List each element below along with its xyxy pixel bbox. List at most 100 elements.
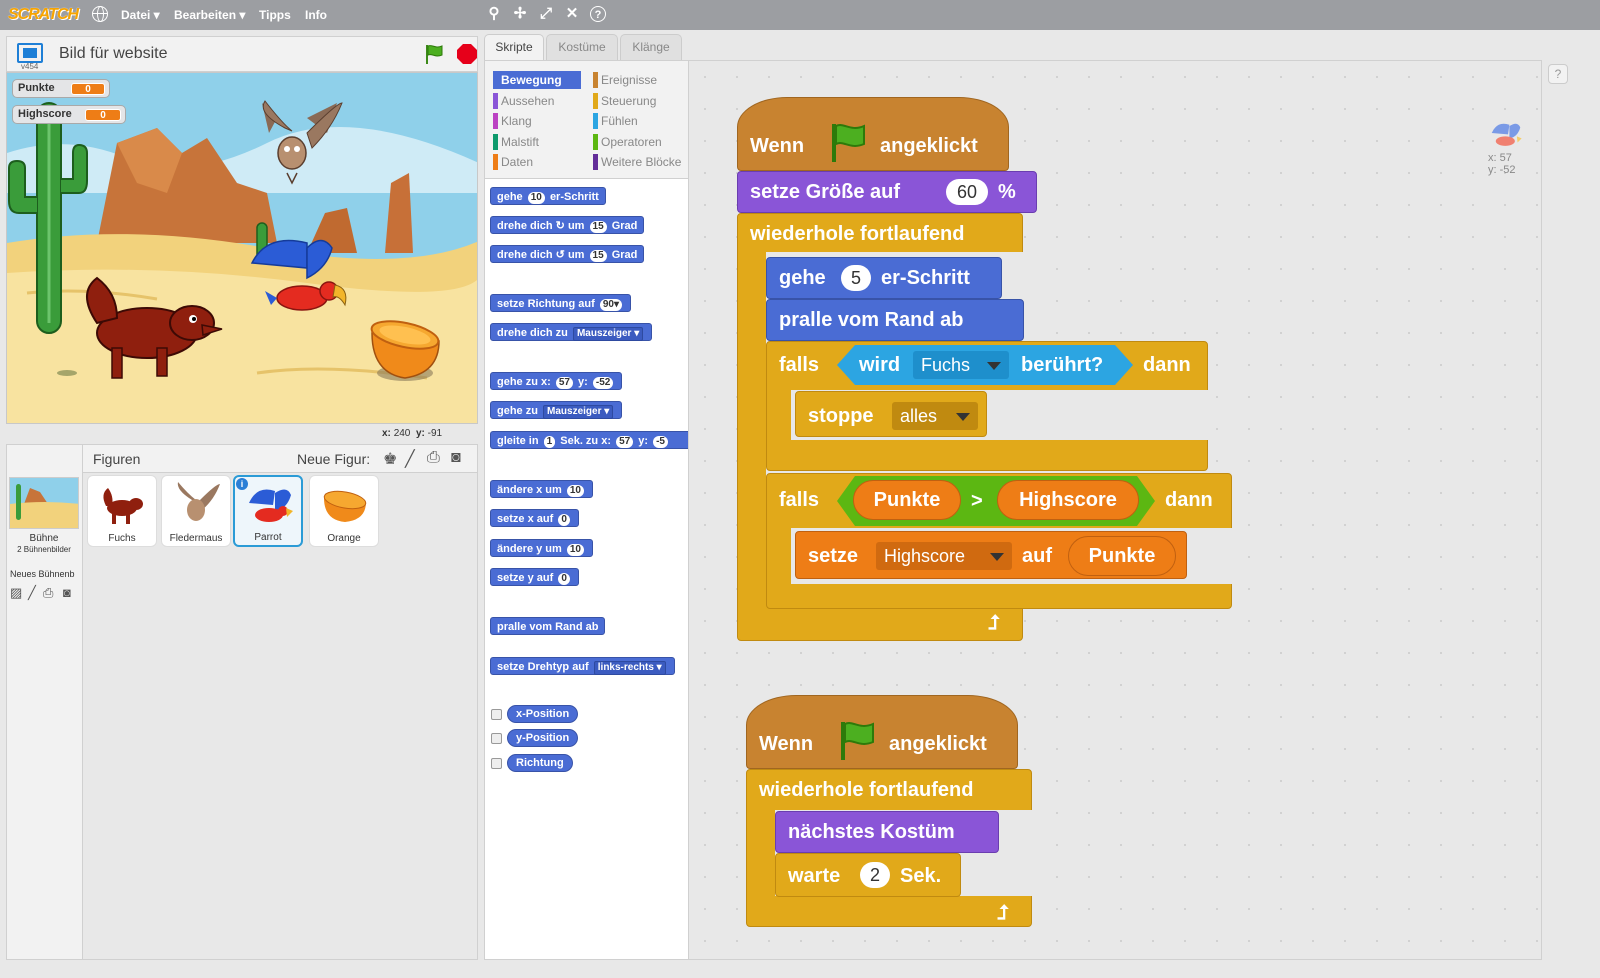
block-input[interactable]: 1 [543, 436, 556, 448]
palette-block-gehe[interactable]: gehe 10 er-Schritt [490, 187, 606, 205]
checkbox-y-position[interactable] [491, 733, 502, 744]
block-input[interactable]: 0 [558, 573, 570, 585]
category-operatoren[interactable]: Operatoren [593, 133, 662, 151]
block-input[interactable]: 15 [589, 221, 607, 233]
block-input[interactable]: 10 [527, 192, 545, 204]
palette-block-drehtyp[interactable]: setze Drehtyp auf links-rechts ▾ [490, 657, 675, 675]
scratch-logo[interactable]: SCRATCH [8, 4, 79, 26]
backdrop-library-icon[interactable]: ▨ [10, 585, 22, 601]
reporter-punkte[interactable]: Punkte [853, 480, 961, 520]
camera-sprite-icon[interactable]: ◙ [451, 449, 461, 467]
palette-block-pralle[interactable]: pralle vom Rand ab [490, 617, 606, 635]
script-area[interactable]: Wenn angeklickt setze Größe auf 60 % wie… [688, 60, 1542, 960]
category-malstift[interactable]: Malstift [493, 133, 539, 151]
green-flag-icon[interactable] [423, 43, 445, 65]
block-input[interactable]: 10 [566, 485, 584, 497]
hat-block-flag-clicked-1[interactable]: Wenn angeklickt [737, 97, 1009, 171]
block-dropdown[interactable]: Mauszeiger ▾ [572, 327, 644, 341]
tab-kostueme[interactable]: Kostüme [546, 34, 618, 60]
block-input[interactable]: 0 [558, 514, 570, 526]
block-naechstes-kostuem[interactable]: nächstes Kostüm [775, 811, 999, 853]
menu-tipps[interactable]: Tipps [259, 8, 291, 22]
stop-dropdown[interactable]: alles [892, 402, 978, 430]
palette-block-gehe-zu[interactable]: gehe zu Mauszeiger ▾ [490, 401, 623, 419]
block-input[interactable]: -52 [592, 377, 614, 389]
block-input[interactable]: 57 [616, 436, 634, 448]
palette-block-drehe-links[interactable]: drehe dich ↺ um 15 Grad [490, 245, 645, 263]
paint-sprite-icon[interactable]: ╱ [405, 449, 415, 469]
checkbox-richtung[interactable] [491, 758, 502, 769]
block-dropdown[interactable]: Mauszeiger ▾ [543, 405, 614, 419]
reporter-highscore[interactable]: Highscore [997, 480, 1139, 520]
block-pralle-vom-rand[interactable]: pralle vom Rand ab [766, 299, 1024, 341]
sensing-touching-block[interactable]: wird Fuchs berührt? [837, 345, 1133, 385]
wait-input[interactable]: 2 [860, 862, 890, 888]
fullscreen-icon[interactable] [17, 43, 43, 63]
monitor-punkte[interactable]: Punkte 0 [12, 79, 110, 98]
language-globe-icon[interactable] [92, 6, 108, 22]
block-input[interactable]: -5 [653, 436, 668, 448]
help-icon[interactable]: ? [590, 6, 606, 22]
palette-block-drehe-rechts[interactable]: drehe dich ↻ um 15 Grad [490, 216, 645, 234]
category-fuehlen[interactable]: Fühlen [593, 112, 638, 130]
category-steuerung[interactable]: Steuerung [593, 92, 656, 110]
size-input[interactable]: 60 [946, 179, 988, 205]
menu-bearbeiten[interactable]: Bearbeiten ▾ [174, 8, 245, 22]
reporter-y-position[interactable]: y-Position [507, 729, 579, 747]
cut-icon[interactable]: ✢ [512, 6, 528, 22]
project-title[interactable]: Bild für website [59, 45, 168, 63]
block-gehe-5[interactable]: gehe 5 er-Schritt [766, 257, 1002, 299]
block-input[interactable]: 90▾ [599, 299, 623, 311]
category-klang[interactable]: Klang [493, 112, 532, 130]
block-input[interactable]: 15 [589, 250, 607, 262]
category-daten[interactable]: Daten [493, 153, 533, 171]
sprite-tile-orange[interactable]: Orange [309, 475, 379, 547]
palette-block-gleite[interactable]: gleite in 1 Sek. zu x: 57 y: -5 [490, 431, 689, 449]
stage-thumbnail[interactable] [9, 477, 79, 529]
block-input[interactable]: 57 [555, 377, 573, 389]
block-dropdown[interactable]: links-rechts ▾ [593, 661, 666, 675]
upload-sprite-icon[interactable]: ⎙ [427, 449, 440, 467]
palette-block-setze-x[interactable]: setze x auf 0 [490, 509, 579, 527]
hat-block-flag-clicked-2[interactable]: Wenn angeklickt [746, 695, 1018, 769]
stage-canvas[interactable]: Punkte 0 Highscore 0 [6, 72, 478, 424]
block-setze-groesse[interactable]: setze Größe auf 60 % [737, 171, 1037, 213]
sprite-tile-parrot[interactable]: i Parrot [233, 475, 303, 547]
menu-datei[interactable]: Datei ▾ [121, 8, 160, 22]
steps-input[interactable]: 5 [841, 265, 871, 291]
block-input[interactable]: 10 [566, 544, 584, 556]
camera-backdrop-icon[interactable]: ◙ [63, 585, 71, 600]
duplicate-icon[interactable]: ⚲ [486, 6, 502, 22]
block-setze-variable[interactable]: setze Highscore auf Punkte [795, 531, 1187, 579]
stop-sign-icon[interactable] [457, 44, 477, 64]
paint-backdrop-icon[interactable]: ╱ [28, 585, 36, 601]
reporter-richtung[interactable]: Richtung [507, 754, 573, 772]
sprite-tile-fledermaus[interactable]: Fledermaus [161, 475, 231, 547]
palette-block-setze-y[interactable]: setze y auf 0 [490, 568, 579, 586]
category-ereignisse[interactable]: Ereignisse [593, 71, 657, 89]
palette-block-drehe-zu[interactable]: drehe dich zu Mauszeiger ▾ [490, 323, 653, 341]
category-weitere-bloecke[interactable]: Weitere Blöcke [593, 153, 681, 171]
category-aussehen[interactable]: Aussehen [493, 92, 554, 110]
shrink-icon[interactable]: ✕ [564, 6, 580, 22]
palette-block-aendere-x[interactable]: ändere x um 10 [490, 480, 593, 498]
greater-than-block[interactable]: Punkte > Highscore [837, 476, 1155, 526]
sprite-library-icon[interactable]: ♚ [383, 449, 397, 469]
upload-backdrop-icon[interactable]: ⎙ [43, 585, 53, 601]
tab-klaenge[interactable]: Klänge [620, 34, 682, 60]
palette-block-gehe-zu-xy[interactable]: gehe zu x: 57 y: -52 [490, 372, 623, 390]
tab-skripte[interactable]: Skripte [484, 34, 544, 60]
sprite-tile-fuchs[interactable]: Fuchs [87, 475, 157, 547]
reporter-x-position[interactable]: x-Position [507, 705, 579, 723]
block-stoppe[interactable]: stoppe alles [795, 391, 987, 437]
touching-dropdown[interactable]: Fuchs [913, 351, 1009, 379]
help-icon[interactable] [1548, 64, 1568, 84]
monitor-highscore[interactable]: Highscore 0 [12, 105, 126, 124]
palette-block-setze-richtung[interactable]: setze Richtung auf 90▾ [490, 294, 632, 312]
block-warte[interactable]: warte 2 Sek. [775, 853, 961, 897]
menu-info[interactable]: Info [305, 8, 327, 22]
grow-icon[interactable]: ⤢ [538, 6, 554, 22]
palette-block-aendere-y[interactable]: ändere y um 10 [490, 539, 593, 557]
category-bewegung[interactable]: Bewegung [493, 71, 581, 89]
variable-dropdown[interactable]: Highscore [876, 542, 1012, 570]
